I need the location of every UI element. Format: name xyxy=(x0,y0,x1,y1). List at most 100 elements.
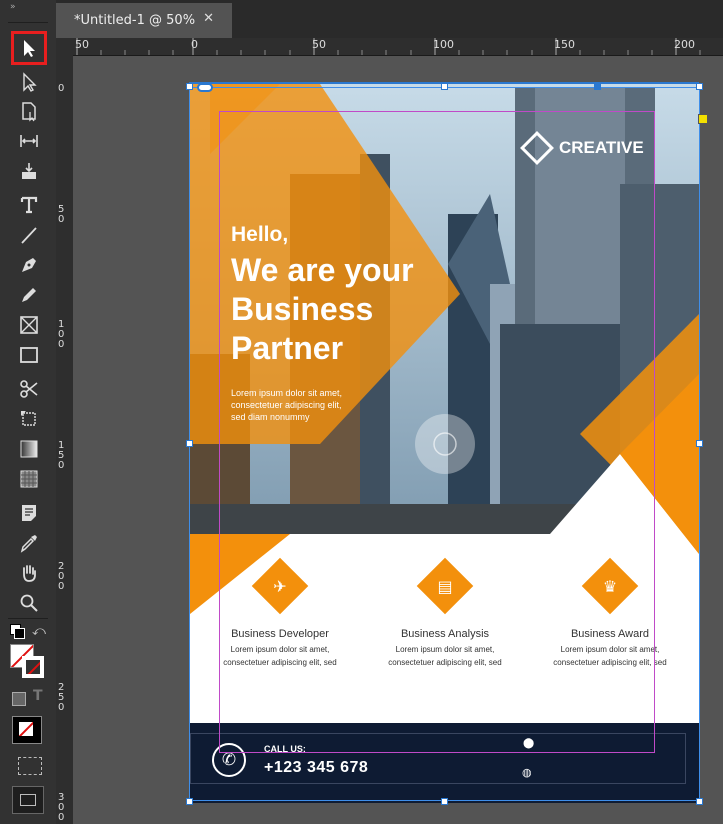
hero-headline-line2: Business xyxy=(231,291,374,327)
feature-desc: Lorem ipsum dolor sit amet, consectetuer… xyxy=(540,643,680,669)
normal-view-icon[interactable] xyxy=(18,757,42,775)
flyer-background xyxy=(190,84,699,802)
pen-tool[interactable] xyxy=(14,251,44,279)
close-tab-icon[interactable]: ✕ xyxy=(203,11,214,26)
hand-tool[interactable] xyxy=(14,559,44,587)
ruler-label: 250 xyxy=(58,682,65,713)
document-tab-bar: *Untitled-1 @ 50% ✕ xyxy=(56,0,723,38)
feature-desc-line: Lorem ipsum dolor sit amet, xyxy=(230,645,330,654)
eyedropper-icon xyxy=(20,535,37,553)
page-icon xyxy=(22,102,36,122)
stroke-none-icon[interactable] xyxy=(22,656,44,678)
feature-badge: ▤ xyxy=(416,557,474,615)
chart-icon: ▤ xyxy=(437,576,453,596)
feature-badge: ✈ xyxy=(251,557,309,615)
resize-handle-top-right[interactable] xyxy=(696,83,703,90)
fill-stroke-swatch[interactable] xyxy=(10,644,46,680)
globe-icon: ◍ xyxy=(522,766,532,779)
page-tool[interactable] xyxy=(14,97,44,125)
ruler-origin[interactable] xyxy=(56,38,72,55)
brand-logo: CREATIVE xyxy=(520,131,644,165)
tools-panel: » ⤺ T xyxy=(0,0,57,824)
feature-desc-line: consectetuer adipiscing elit, sed xyxy=(553,658,667,667)
direct-selection-tool[interactable] xyxy=(14,68,44,96)
note-tool[interactable] xyxy=(14,499,44,527)
scissors-tool[interactable] xyxy=(14,375,44,403)
document-tab-title: *Untitled-1 @ 50% xyxy=(74,13,196,28)
resize-handle-bottom-right[interactable] xyxy=(696,798,703,805)
transform-icon xyxy=(21,411,36,426)
ruler-label: 150 xyxy=(58,440,65,471)
hero-body-line: sed diam nonummy xyxy=(231,412,310,422)
eyedropper-tool[interactable] xyxy=(14,529,44,557)
content-collector-tool[interactable] xyxy=(14,157,44,185)
gradient-icon xyxy=(20,440,38,458)
paper-plane-icon: ✈ xyxy=(273,576,287,596)
collector-icon xyxy=(22,163,36,179)
selection-tool[interactable] xyxy=(11,31,47,65)
toolbar-divider xyxy=(8,618,48,619)
line-icon xyxy=(21,227,37,244)
call-label: CALL US: xyxy=(264,744,306,754)
feature-title: Business Award xyxy=(570,628,650,640)
pen-icon xyxy=(22,258,36,272)
feature-badge: ♛ xyxy=(581,557,639,615)
resize-handle-top-anchor[interactable] xyxy=(594,83,601,90)
swap-fill-stroke-icon[interactable]: ⤺ xyxy=(32,624,46,639)
resize-handle-top-left[interactable] xyxy=(186,83,193,90)
apply-none-icon[interactable] xyxy=(12,716,42,744)
gap-tool[interactable] xyxy=(14,127,44,155)
resize-handle-left[interactable] xyxy=(186,440,193,447)
type-tool[interactable] xyxy=(14,191,44,219)
feature-desc-line: consectetuer adipiscing elit, sed xyxy=(223,658,337,667)
hero-headline-line3: Partner xyxy=(231,330,344,366)
ruler-label: 50 xyxy=(75,38,89,51)
feather-icon xyxy=(20,470,38,488)
feature-business-developer: ✈ Business Developer Lorem ipsum dolor s… xyxy=(210,557,350,669)
toolbar-divider xyxy=(8,22,48,23)
feature-desc: Lorem ipsum dolor sit amet, consectetuer… xyxy=(375,643,515,669)
feature-desc-line: Lorem ipsum dolor sit amet, xyxy=(560,645,660,654)
link-chain-icon[interactable] xyxy=(197,83,213,92)
default-fill-stroke-icon[interactable] xyxy=(10,624,25,639)
frame-icon xyxy=(20,316,38,334)
document-page[interactable]: CREATIVE Hello, We are your Business Par… xyxy=(190,84,699,802)
phone-icon: ✆ xyxy=(212,743,246,777)
resize-handle-bottom-left[interactable] xyxy=(186,798,193,805)
ruler-label: 200 xyxy=(58,561,65,592)
arrow-icon xyxy=(24,40,35,57)
line-tool[interactable] xyxy=(14,221,44,249)
rectangle-frame-tool[interactable] xyxy=(14,311,44,339)
vertical-ruler[interactable]: 0 50 100 150 200 250 300 xyxy=(56,55,74,824)
pencil-tool[interactable] xyxy=(14,281,44,309)
note-icon xyxy=(22,505,36,521)
feature-title: Business Developer xyxy=(231,628,329,640)
document-tab[interactable]: *Untitled-1 @ 50% ✕ xyxy=(56,3,232,38)
trophy-icon: ♛ xyxy=(602,576,618,596)
panel-collapse-icon[interactable]: » xyxy=(10,2,16,12)
ruler-label: 50 xyxy=(312,38,326,51)
screen-mode-button[interactable] xyxy=(12,786,44,814)
type-icon xyxy=(20,196,38,214)
feature-title: Business Analysis xyxy=(400,628,490,640)
formatting-text-icon[interactable]: T xyxy=(33,688,43,704)
ruler-label: 0 xyxy=(191,38,198,51)
hero-body: Lorem ipsum dolor sit amet, consectetuer… xyxy=(231,387,342,423)
ruler-label: 100 xyxy=(433,38,454,51)
feature-business-analysis: ▤ Business Analysis Lorem ipsum dolor si… xyxy=(375,557,515,669)
gradient-swatch-tool[interactable] xyxy=(14,435,44,463)
rectangle-icon xyxy=(20,347,38,363)
resize-handle-top[interactable] xyxy=(441,83,448,90)
gradient-feather-tool[interactable] xyxy=(14,465,44,493)
formatting-container-icon[interactable] xyxy=(12,692,26,706)
out-port-icon[interactable] xyxy=(698,114,708,124)
resize-handle-right[interactable] xyxy=(696,440,703,447)
rectangle-tool[interactable] xyxy=(14,341,44,369)
hero-headline-line1: We are your xyxy=(231,252,414,288)
feature-desc-line: Lorem ipsum dolor sit amet, xyxy=(395,645,495,654)
free-transform-tool[interactable] xyxy=(14,405,44,433)
horizontal-ruler[interactable]: 50 0 50 100 150 200 xyxy=(72,38,723,56)
resize-handle-bottom[interactable] xyxy=(441,798,448,805)
zoom-tool[interactable] xyxy=(14,589,44,617)
ruler-ticks xyxy=(76,38,701,55)
